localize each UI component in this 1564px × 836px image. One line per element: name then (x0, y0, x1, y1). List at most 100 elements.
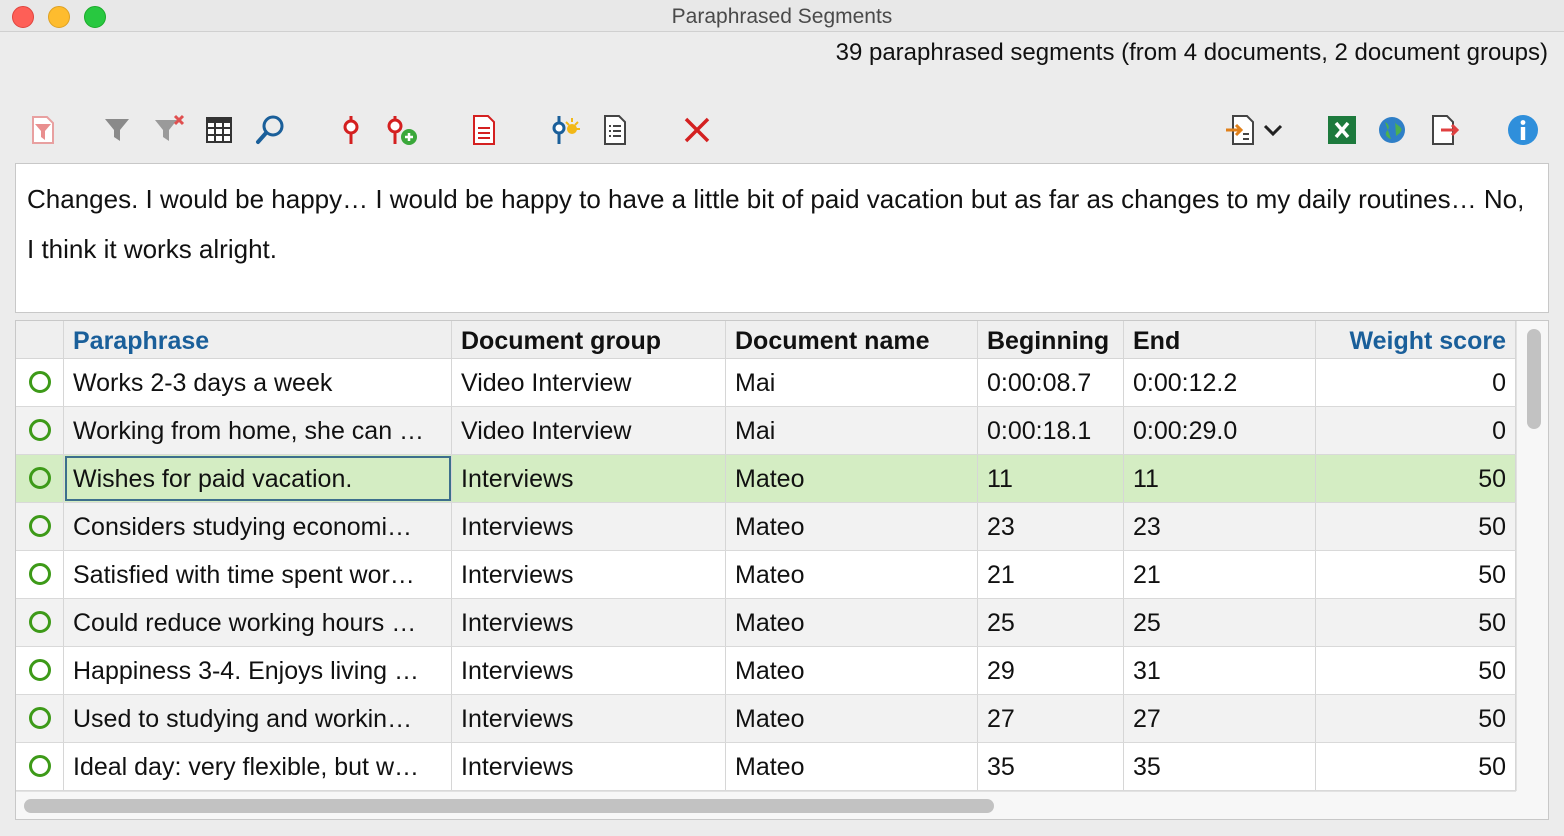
table-row[interactable]: Ideal day: very flexible, but w… Intervie… (16, 743, 1516, 791)
table-row[interactable]: Wishes for paid vacation. Interviews Mateo… (16, 455, 1516, 503)
export-button[interactable] (1423, 110, 1463, 150)
cell-beginning[interactable]: 25 (978, 599, 1124, 646)
cell-document-group[interactable]: Interviews (452, 647, 726, 694)
cell-paraphrase[interactable]: Wishes for paid vacation. (64, 455, 452, 502)
cell-document-name[interactable]: Mateo (726, 695, 978, 742)
column-header-document-group[interactable]: Document group (452, 321, 726, 359)
horizontal-scrollbar[interactable] (16, 791, 1516, 819)
cell-end[interactable]: 0:00:29.0 (1124, 407, 1316, 454)
cell-paraphrase[interactable]: Considers studying economi… (64, 503, 452, 550)
columns-button[interactable] (199, 110, 239, 150)
table-row[interactable]: Could reduce working hours … Interviews Ma… (16, 599, 1516, 647)
table-row[interactable]: Considers studying economi… Interviews Mat… (16, 503, 1516, 551)
cell-status[interactable] (16, 407, 64, 454)
cell-document-name[interactable]: Mateo (726, 503, 978, 550)
cell-document-group[interactable]: Interviews (452, 695, 726, 742)
table-row[interactable]: Used to studying and workin… Interviews Ma… (16, 695, 1516, 743)
horizontal-scroll-thumb[interactable] (24, 799, 994, 813)
filter-document-button[interactable] (23, 110, 63, 150)
table-row[interactable]: Happiness 3-4. Enjoys living … Interviews… (16, 647, 1516, 695)
cell-paraphrase[interactable]: Could reduce working hours … (64, 599, 452, 646)
cell-paraphrase[interactable]: Used to studying and workin… (64, 695, 452, 742)
cell-beginning[interactable]: 35 (978, 743, 1124, 790)
table-row[interactable]: Working from home, she can … Video Interv… (16, 407, 1516, 455)
vertical-scroll-thumb[interactable] (1527, 329, 1541, 429)
cell-end[interactable]: 21 (1124, 551, 1316, 598)
cell-beginning[interactable]: 23 (978, 503, 1124, 550)
smart-coding-button[interactable] (545, 110, 585, 150)
cell-paraphrase[interactable]: Works 2-3 days a week (64, 359, 452, 406)
cell-status[interactable] (16, 455, 64, 502)
cell-beginning[interactable]: 0:00:08.7 (978, 359, 1124, 406)
cell-status[interactable] (16, 647, 64, 694)
import-options-button[interactable] (1253, 110, 1293, 150)
cell-weight-score[interactable]: 0 (1316, 359, 1516, 406)
cell-weight-score[interactable]: 50 (1316, 647, 1516, 694)
cell-document-name[interactable]: Mai (726, 359, 978, 406)
search-button[interactable] (251, 110, 291, 150)
cell-end[interactable]: 23 (1124, 503, 1316, 550)
cell-document-name[interactable]: Mai (726, 407, 978, 454)
cell-weight-score[interactable]: 50 (1316, 503, 1516, 550)
info-icon (1508, 115, 1538, 145)
cell-status[interactable] (16, 503, 64, 550)
cell-beginning[interactable]: 21 (978, 551, 1124, 598)
cell-end[interactable]: 35 (1124, 743, 1316, 790)
cell-beginning[interactable]: 11 (978, 455, 1124, 502)
table-row[interactable]: Satisfied with time spent wor… Interviews… (16, 551, 1516, 599)
table-row[interactable]: Works 2-3 days a week Video Interview Mai 0… (16, 359, 1516, 407)
vertical-scrollbar[interactable] (1516, 321, 1548, 791)
cell-document-group[interactable]: Interviews (452, 743, 726, 790)
cell-status[interactable] (16, 359, 64, 406)
cell-document-name[interactable]: Mateo (726, 455, 978, 502)
column-header-beginning[interactable]: Beginning (978, 321, 1124, 359)
cell-weight-score[interactable]: 50 (1316, 743, 1516, 790)
cell-document-name[interactable]: Mateo (726, 647, 978, 694)
clear-filter-button[interactable] (149, 110, 189, 150)
cell-weight-score[interactable]: 50 (1316, 551, 1516, 598)
cell-document-group[interactable]: Interviews (452, 551, 726, 598)
cell-end[interactable]: 31 (1124, 647, 1316, 694)
cell-weight-score[interactable]: 0 (1316, 407, 1516, 454)
cell-document-group[interactable]: Interviews (452, 599, 726, 646)
status-column-header[interactable] (16, 321, 64, 359)
delete-button[interactable] (677, 110, 717, 150)
cell-end[interactable]: 0:00:12.2 (1124, 359, 1316, 406)
cell-paraphrase[interactable]: Ideal day: very flexible, but w… (64, 743, 452, 790)
cell-document-name[interactable]: Mateo (726, 551, 978, 598)
cell-status[interactable] (16, 599, 64, 646)
document-button[interactable] (464, 110, 504, 150)
cell-weight-score[interactable]: 50 (1316, 455, 1516, 502)
export-html-button[interactable] (1372, 110, 1412, 150)
cell-beginning[interactable]: 0:00:18.1 (978, 407, 1124, 454)
cell-paraphrase[interactable]: Satisfied with time spent wor… (64, 551, 452, 598)
cell-paraphrase[interactable]: Happiness 3-4. Enjoys living … (64, 647, 452, 694)
cell-document-group[interactable]: Video Interview (452, 407, 726, 454)
cell-weight-score[interactable]: 50 (1316, 695, 1516, 742)
cell-document-name[interactable]: Mateo (726, 743, 978, 790)
export-excel-button[interactable] (1322, 110, 1362, 150)
filter-button[interactable] (97, 110, 137, 150)
segment-pin-button[interactable] (331, 110, 371, 150)
add-segment-button[interactable] (381, 110, 421, 150)
cell-document-name[interactable]: Mateo (726, 599, 978, 646)
cell-beginning[interactable]: 29 (978, 647, 1124, 694)
cell-status[interactable] (16, 743, 64, 790)
cell-document-group[interactable]: Interviews (452, 503, 726, 550)
column-header-paraphrase[interactable]: Paraphrase (64, 321, 452, 359)
cell-end[interactable]: 27 (1124, 695, 1316, 742)
column-header-end[interactable]: End (1124, 321, 1316, 359)
cell-end[interactable]: 25 (1124, 599, 1316, 646)
cell-beginning[interactable]: 27 (978, 695, 1124, 742)
cell-status[interactable] (16, 551, 64, 598)
column-header-document-name[interactable]: Document name (726, 321, 978, 359)
list-document-button[interactable] (595, 110, 635, 150)
cell-document-group[interactable]: Interviews (452, 455, 726, 502)
cell-status[interactable] (16, 695, 64, 742)
info-button[interactable] (1503, 110, 1543, 150)
column-header-weight-score[interactable]: Weight score (1316, 321, 1516, 359)
cell-weight-score[interactable]: 50 (1316, 599, 1516, 646)
cell-paraphrase[interactable]: Working from home, she can … (64, 407, 452, 454)
cell-document-group[interactable]: Video Interview (452, 359, 726, 406)
cell-end[interactable]: 11 (1124, 455, 1316, 502)
